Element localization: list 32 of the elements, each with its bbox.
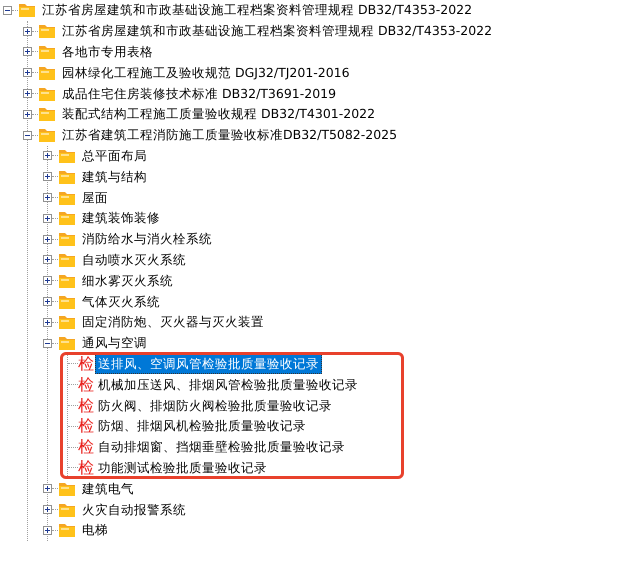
record-icon: 检 xyxy=(78,396,94,416)
tree-item[interactable]: 通风与空调 xyxy=(79,333,150,354)
tree-item[interactable]: 建筑电气 xyxy=(79,478,137,499)
tree-item[interactable]: 防火阀、排烟防火阀检验批质量验收记录 xyxy=(95,396,335,416)
tree-item[interactable]: 气体灭火系统 xyxy=(79,292,163,312)
tree-item[interactable]: 总平面布局 xyxy=(79,146,150,166)
tree-item[interactable]: 火灾自动报警系统 xyxy=(79,500,189,520)
tree-item[interactable]: 机械加压送风、排烟风管检验批质量验收记录 xyxy=(95,374,361,395)
tree-item[interactable]: 电梯 xyxy=(79,520,111,540)
tree-item[interactable]: 细水雾灭火系统 xyxy=(79,270,176,291)
tree-item[interactable]: 装配式结构工程施工质量验收规程 DB32/T4301-2022 xyxy=(59,104,378,124)
record-icon: 检 xyxy=(78,354,94,374)
tree-item[interactable]: 功能测试检验批质量验收记录 xyxy=(95,458,270,478)
tree-item[interactable]: 江苏省房屋建筑和市政基础设施工程档案资料管理规程 DB32/T4353-2022 xyxy=(59,21,496,42)
tree-item[interactable]: 屋面 xyxy=(79,188,111,208)
tree-item[interactable]: 固定消防炮、灭火器与灭火装置 xyxy=(79,312,267,332)
tree-item[interactable]: 各地市专用表格 xyxy=(59,42,156,62)
tree-item[interactable]: 防烟、排烟风机检验批质量验收记录 xyxy=(95,416,309,436)
record-icon: 检 xyxy=(78,458,94,478)
tree-item[interactable]: 建筑装饰装修 xyxy=(79,208,163,228)
tree-item[interactable]: 自动排烟窗、挡烟垂壁检验批质量验收记录 xyxy=(95,437,348,458)
tree-item[interactable]: 江苏省建筑工程消防施工质量验收标准DB32/T5082-2025 xyxy=(59,125,400,146)
tree-item[interactable]: 送排风、空调风管检验批质量验收记录 xyxy=(95,354,322,374)
record-icon: 检 xyxy=(78,374,94,395)
tree-item[interactable]: 建筑与结构 xyxy=(79,166,150,187)
record-icon: 检 xyxy=(78,416,94,436)
tree-item[interactable]: 自动喷水灭火系统 xyxy=(79,250,189,270)
tree-item[interactable]: 成品住宅住房装修技术标准 DB32/T3691-2019 xyxy=(59,84,340,104)
tree-item[interactable]: 消防给水与消火栓系统 xyxy=(79,229,215,250)
tree-item[interactable]: 园林绿化工程施工及验收规范 DGJ32/TJ201-2016 xyxy=(59,62,353,83)
tree-item[interactable]: 江苏省房屋建筑和市政基础设施工程档案资料管理规程 DB32/T4353-2022 xyxy=(39,0,476,20)
record-icon: 检 xyxy=(78,437,94,458)
